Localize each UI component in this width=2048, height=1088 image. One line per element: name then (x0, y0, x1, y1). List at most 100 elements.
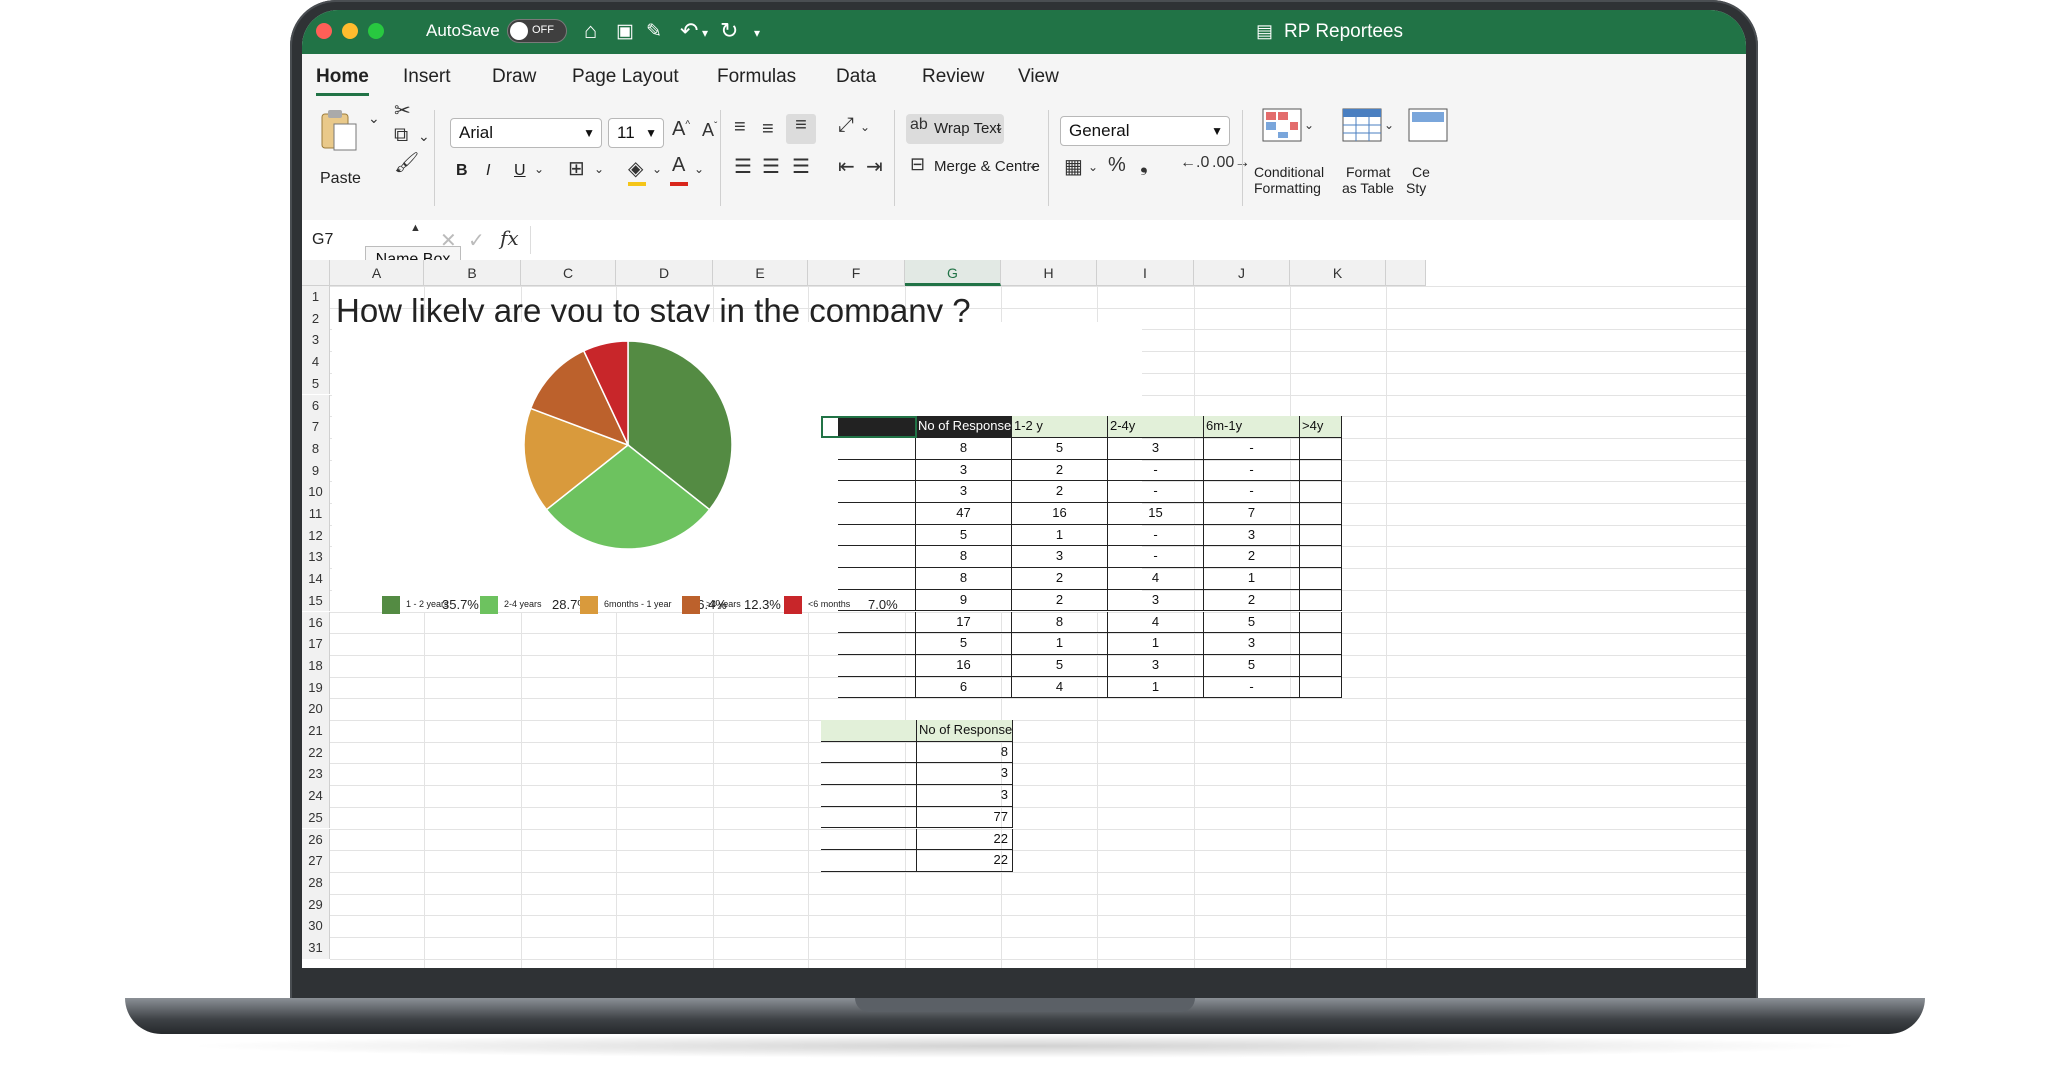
table1-cell-label[interactable] (838, 524, 916, 547)
table2-cell[interactable]: 3 (917, 763, 1013, 786)
column-header-i[interactable]: I (1097, 260, 1194, 286)
table1-cell[interactable] (1300, 503, 1342, 525)
row-header-3[interactable]: 3 (302, 329, 330, 352)
cut-icon[interactable]: ✂ (394, 98, 411, 123)
row-header-30[interactable]: 30 (302, 915, 330, 937)
cell-styles-icon[interactable] (1408, 108, 1448, 142)
row-header-27[interactable]: 27 (302, 850, 330, 872)
column-header-a[interactable]: A (330, 260, 424, 286)
cell-styles-label-1[interactable]: Ce (1412, 164, 1430, 180)
table1-cell-label[interactable] (838, 654, 916, 677)
table2-label-cell[interactable] (821, 850, 917, 872)
row-header-18[interactable]: 18 (302, 654, 330, 677)
table1-cell[interactable]: 16 (916, 654, 1012, 677)
fill-color-icon[interactable]: ◈ (628, 156, 643, 181)
tab-insert[interactable]: Insert (403, 66, 451, 88)
insert-function-button[interactable]: fx (500, 226, 519, 250)
table2-cell[interactable]: 8 (917, 741, 1013, 764)
table1-header-3[interactable]: 1-2 y (1012, 416, 1108, 438)
column-header-b[interactable]: B (424, 260, 521, 286)
table1-cell[interactable] (1300, 459, 1342, 482)
number-format-select[interactable]: General ▼ (1060, 116, 1230, 146)
row-header-8[interactable]: 8 (302, 437, 330, 460)
borders-icon[interactable]: ⊞ (568, 156, 585, 181)
row-header-9[interactable]: 9 (302, 459, 330, 482)
column-header-h[interactable]: H (1001, 260, 1097, 286)
italic-button[interactable]: I (486, 162, 490, 180)
table1-cell[interactable] (1300, 481, 1342, 503)
edit-icon[interactable]: ✎ (646, 20, 662, 43)
tab-draw[interactable]: Draw (492, 66, 536, 88)
row-header-19[interactable]: 19 (302, 676, 330, 699)
table1-cell[interactable] (1300, 524, 1342, 547)
align-left-icon[interactable]: ☰ (734, 154, 752, 179)
table1-cell[interactable]: 2 (1012, 481, 1108, 503)
table1-cell-label[interactable] (838, 611, 916, 634)
table1-cell-label[interactable] (838, 568, 916, 590)
table1-header-5[interactable]: 6m-1y (1204, 416, 1300, 438)
currency-icon[interactable]: ▦ (1064, 154, 1083, 179)
table1-cell[interactable]: 3 (916, 481, 1012, 503)
row-header-4[interactable]: 4 (302, 351, 330, 373)
decrease-font-size-icon[interactable]: Aˇ (702, 120, 717, 141)
orientation-dropdown-icon[interactable]: ⌄ (860, 120, 870, 134)
column-header-e[interactable]: E (713, 260, 808, 286)
paste-button[interactable] (316, 108, 364, 154)
table1-cell[interactable]: - (1204, 676, 1300, 699)
table1-cell[interactable]: 47 (916, 503, 1012, 525)
close-window-button[interactable] (316, 23, 332, 39)
table1-cell[interactable]: 3 (916, 459, 1012, 482)
increase-indent-icon[interactable]: ⇥ (866, 154, 883, 179)
table2-label-cell[interactable] (821, 828, 917, 851)
increase-font-size-icon[interactable]: A^ (672, 118, 690, 141)
table1-cell[interactable]: 3 (1108, 437, 1204, 460)
conditional-formatting-icon[interactable] (1262, 108, 1302, 142)
table1-cell[interactable]: 3 (1012, 546, 1108, 569)
autosave-toggle[interactable]: OFF (507, 19, 567, 43)
row-header-7[interactable]: 7 (302, 416, 330, 438)
customize-toolbar-icon[interactable]: ▾ (754, 26, 760, 40)
row-header-17[interactable]: 17 (302, 633, 330, 655)
table1-cell[interactable]: 3 (1108, 654, 1204, 677)
table1-cell[interactable]: 5 (1012, 654, 1108, 677)
select-all-button[interactable] (302, 260, 330, 286)
enter-icon[interactable]: ✓ (468, 228, 485, 253)
column-header-d[interactable]: D (616, 260, 713, 286)
table2-label-cell[interactable] (821, 806, 917, 829)
name-box-dropdown-icon[interactable]: ▲ (410, 222, 421, 234)
row-header-15[interactable]: 15 (302, 589, 330, 612)
row-header-25[interactable]: 25 (302, 806, 330, 829)
percent-button[interactable]: % (1108, 154, 1126, 177)
table1-cell[interactable]: 8 (916, 437, 1012, 460)
minimize-window-button[interactable] (342, 23, 358, 39)
table1-cell[interactable]: 1 (1108, 676, 1204, 699)
table1-cell[interactable]: 1 (1012, 633, 1108, 655)
home-icon[interactable]: ⌂ (584, 18, 597, 44)
spreadsheet-grid[interactable]: A B C D E F G H I J K 1 2 3 4 5 6 7 8 9 10 11 12 13 14 15 16 17 18 19… (302, 260, 1746, 968)
row-header-29[interactable]: 29 (302, 893, 330, 916)
table1-cell[interactable]: 2 (1012, 589, 1108, 612)
tab-formulas[interactable]: Formulas (717, 66, 796, 88)
row-header-11[interactable]: 11 (302, 503, 330, 525)
format-as-table-icon[interactable] (1342, 108, 1382, 142)
conditional-formatting-label-2[interactable]: Formatting (1254, 180, 1321, 196)
row-header-31[interactable]: 31 (302, 937, 330, 959)
row-header-16[interactable]: 16 (302, 611, 330, 634)
table1-cell[interactable]: 8 (916, 546, 1012, 569)
undo-dropdown-icon[interactable]: ▾ (702, 26, 708, 40)
table1-cell[interactable]: 2 (1204, 546, 1300, 569)
copy-dropdown-icon[interactable]: ⌄ (418, 128, 430, 145)
row-header-23[interactable]: 23 (302, 763, 330, 786)
font-color-icon[interactable]: A (672, 154, 685, 177)
table2-label-cell[interactable] (821, 785, 917, 807)
row-header-20[interactable]: 20 (302, 698, 330, 720)
table1-cell[interactable]: 4 (1012, 676, 1108, 699)
table1-cell[interactable] (1300, 437, 1342, 460)
table1-cell[interactable]: 3 (1204, 524, 1300, 547)
table1-cell[interactable]: 5 (1204, 654, 1300, 677)
format-as-table-label-2[interactable]: as Table (1342, 180, 1394, 196)
table1-cell[interactable]: 8 (916, 568, 1012, 590)
paste-dropdown-icon[interactable]: ⌄ (368, 110, 380, 127)
copy-icon[interactable]: ⧉ (394, 124, 408, 147)
table1-cell[interactable] (1300, 633, 1342, 655)
